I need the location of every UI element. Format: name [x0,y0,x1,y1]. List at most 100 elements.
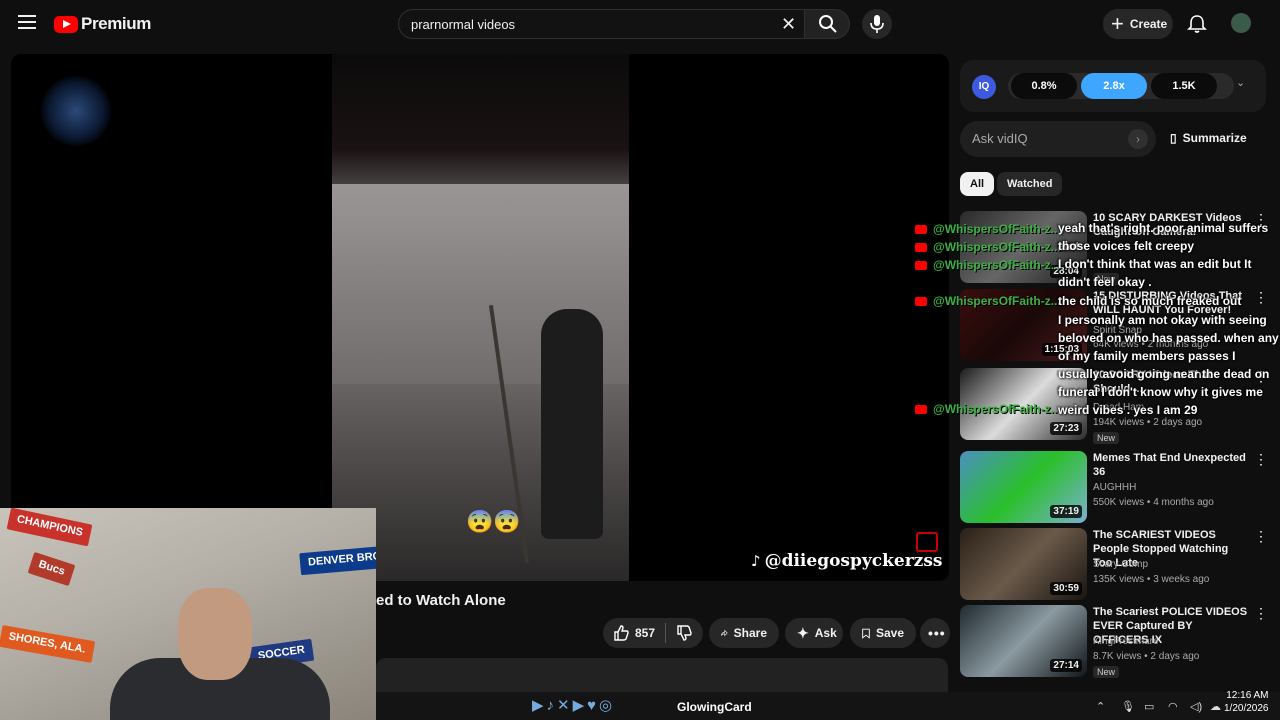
video-meta: 550K views • 4 months ago [1093,497,1214,508]
channel-name[interactable]: Scary Comp [1093,559,1148,570]
vidiq-stat-engagement[interactable]: 0.8% [1011,73,1077,99]
ask-vidiq-placeholder: Ask vidIQ [972,131,1028,146]
more-options-icon[interactable]: ⋮ [1254,451,1268,468]
save-label: Save [875,626,904,640]
share-button[interactable]: Share [709,618,779,648]
wifi-icon[interactable]: ◠ [1168,700,1178,713]
create-label: Create [1129,17,1168,31]
vidiq-logo[interactable]: IQ [972,75,996,99]
top-bar: Premium prarnormal videos ✕ + Create [0,0,1280,48]
chat-author: @WhispersOfFaith-z... [915,402,1061,416]
youtube-icon [915,261,927,271]
youtube-premium-logo[interactable]: Premium [54,14,151,34]
mic-tray-icon[interactable]: 🎙 [1121,700,1135,713]
mic-icon [870,15,884,33]
chat-author: @WhispersOfFaith-z... [915,294,1061,308]
pennant: Bucs [27,551,76,587]
vidiq-stat-views[interactable]: 1.5K [1151,73,1217,99]
account-avatar[interactable] [1231,13,1251,33]
like-count: 857 [635,626,656,640]
search-button[interactable] [804,9,850,39]
video-thumbnail[interactable]: 30:59 [960,528,1087,600]
thumbs-down-icon[interactable] [676,625,692,641]
vidiq-stat-outlier[interactable]: 2.8x [1081,73,1147,99]
more-options-icon[interactable]: ⋮ [1254,605,1268,622]
glowing-card-label: GlowingCard [677,700,752,714]
ask-vidiq-input[interactable]: Ask vidIQ › [960,121,1156,157]
cloud-icon[interactable]: ☁ [1210,700,1221,713]
save-button[interactable]: Save [850,618,916,648]
video-meta: 135K views • 3 weeks ago [1093,574,1210,585]
youtube-icon [915,405,927,415]
captions-icon[interactable] [916,532,938,552]
video-player[interactable]: 😨😨 ♪ @diiegospyckerzss [11,54,949,581]
display-icon[interactable]: ▭ [1144,700,1154,713]
pennant: SHORES, ALA. [0,625,96,663]
video-title[interactable]: Memes That End Unexpected 36 [1093,451,1248,479]
bookmark-icon [862,628,870,639]
chip-all[interactable]: All [960,172,995,196]
chat-author: @WhispersOfFaith-z... [915,222,1061,236]
duration: 27:14 [1050,659,1082,672]
video-thumbnail[interactable]: 37:19 [960,451,1087,523]
channel-name[interactable]: KingFrostmare [1093,636,1159,647]
video-emoji: 😨😨 [466,509,521,534]
clock-date: 1/20/2026 [1224,703,1269,714]
sparkle-icon: ✦ [797,624,809,641]
like-dislike-group: 857 [603,618,703,648]
pennant: CHAMPIONS [6,508,93,547]
duration: 30:59 [1050,582,1082,595]
chat-author: @WhispersOfFaith-z... [915,240,1061,254]
logo-text: Premium [81,14,151,33]
channel-watermark-avatar [41,76,111,146]
notifications-bell-icon[interactable] [1187,14,1207,34]
more-options-icon[interactable]: ⋮ [1254,528,1268,545]
duration: 27:23 [1050,422,1082,435]
related-video[interactable]: 37:19 Memes That End Unexpected 36 AUGHH… [960,451,1280,523]
summarize-button[interactable]: ▯ Summarize [1170,131,1247,145]
menu-icon[interactable] [18,15,36,29]
book-icon: ▯ [1170,131,1177,145]
voice-search-button[interactable] [862,9,892,39]
vidiq-panel: IQ 0.8% 2.8x 1.5K ⌄ [960,60,1266,112]
search-input[interactable]: prarnormal videos ✕ [398,9,808,39]
watermark-handle: @diiegospyckerzss [764,551,943,571]
ask-label: Ask [814,626,837,640]
tiktok-watermark: ♪ @diiegospyckerzss [751,551,942,571]
youtube-icon [915,243,927,253]
webcam-overlay: CHAMPIONS DENVER BRONCOS Bucs SHORES, AL… [0,508,376,720]
more-actions-button[interactable]: ••• [920,618,950,648]
tiktok-icon: ♪ [751,552,761,570]
video-person [541,309,603,539]
search-icon [819,15,837,33]
divider [665,623,667,643]
new-badge: New [1093,666,1120,678]
chat-message: I don't think that was an edit but It di… [1058,257,1252,289]
system-clock[interactable]: 12:16 AM 1/20/2026 [1224,689,1269,715]
create-button[interactable]: + Create [1103,9,1173,39]
share-icon [721,629,728,637]
youtube-icon [915,297,927,307]
chevron-down-icon[interactable]: ⌄ [1236,76,1245,89]
share-label: Share [733,626,767,640]
chat-author: @WhispersOfFaith-z... [915,258,1061,272]
related-video[interactable]: 27:14 The Scariest POLICE VIDEOS EVER Ca… [960,605,1280,678]
plus-icon: + [1111,11,1124,36]
summarize-label: Summarize [1182,131,1247,145]
streamer-face [178,588,252,680]
ask-button[interactable]: ✦ Ask [785,618,843,648]
like-button[interactable]: 857 [613,625,655,641]
video-meta: 8.7K views • 2 days ago [1093,651,1200,662]
pennant: DENVER BRONCOS [299,542,376,576]
chip-watched[interactable]: Watched [997,172,1063,196]
channel-name[interactable]: AUGHHH [1093,482,1136,493]
clock-time: 12:16 AM [1226,690,1269,701]
volume-icon[interactable]: ◁) [1190,700,1202,713]
related-video[interactable]: 30:59 The SCARIEST VIDEOS People Stopped… [960,528,1280,600]
youtube-icon [915,225,927,235]
clear-search-icon[interactable]: ✕ [781,14,796,35]
video-thumbnail[interactable]: 27:14 [960,605,1087,677]
chevron-up-icon[interactable]: ⌃ [1096,700,1105,713]
ask-vidiq-submit[interactable]: › [1128,129,1148,149]
duration: 37:19 [1050,505,1082,518]
